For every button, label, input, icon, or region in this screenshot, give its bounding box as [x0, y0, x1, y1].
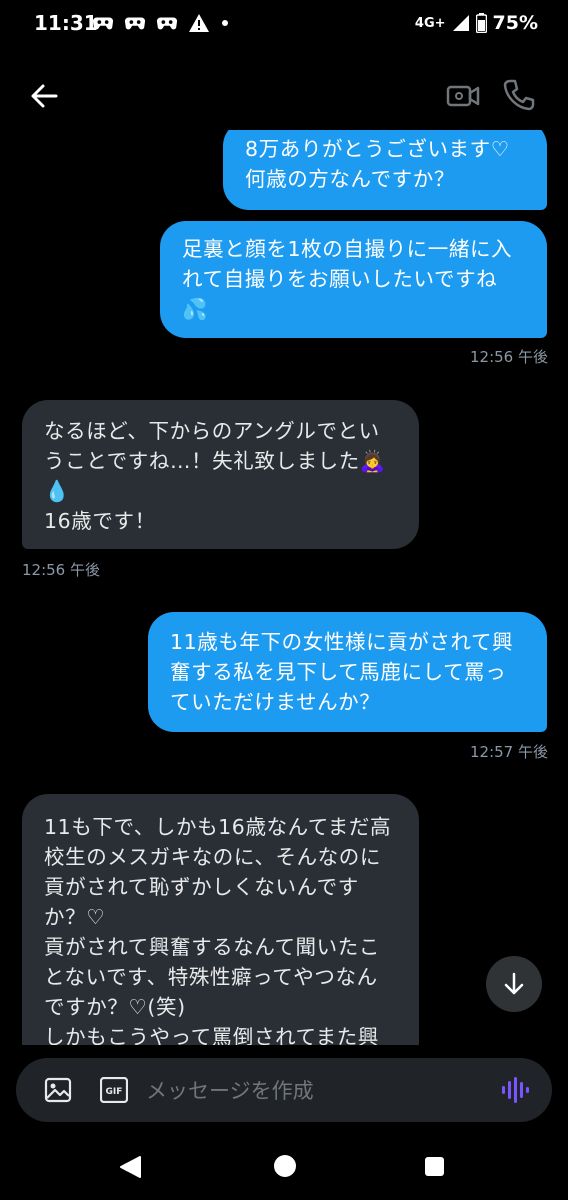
voice-message-icon[interactable] [500, 1074, 530, 1106]
scroll-to-bottom-button[interactable] [486, 956, 542, 1012]
sent-message-bubble[interactable]: 8万ありがとうございます♡ 何歳の方なんですか？ [223, 130, 547, 210]
dm-screen: 11:31 4G+ 75% 8万ありがとうございます♡ 何歳の方なんですか？ 足… [0, 0, 568, 1200]
image-icon[interactable] [44, 1077, 72, 1103]
gif-icon[interactable]: GIF [100, 1077, 128, 1103]
received-message-bubble[interactable]: 11も下で、しかも16歳なんてまだ高 校生のメスガキなのに、そんなのに 貢がされ… [22, 794, 419, 1045]
system-navigation-bar [0, 1130, 568, 1200]
warning-icon [189, 14, 209, 32]
message-composer: GIF [16, 1058, 552, 1122]
nav-back-icon[interactable] [118, 1155, 142, 1179]
status-time: 11:31 [34, 11, 98, 35]
received-message-bubble[interactable]: なるほど、下からのアングルでとい うことですね…！失礼致しました🙇‍♀️ 💧 1… [22, 400, 419, 549]
battery-percent: 75% [492, 12, 538, 34]
message-input[interactable] [144, 1070, 488, 1112]
message-timestamp: 12:56 午後 [470, 348, 548, 366]
signal-icon [452, 15, 469, 31]
message-timestamp: 12:57 午後 [470, 743, 548, 761]
more-notifications-dot [222, 20, 228, 26]
conversation-header [0, 60, 568, 130]
sent-message-bubble[interactable]: 11歳も年下の女性様に貢がされて興 奮する私を見下して馬鹿にして罵っ ていただけ… [148, 612, 547, 732]
network-type: 4G+ [414, 15, 446, 31]
nav-home-icon[interactable] [274, 1155, 296, 1177]
status-bar: 11:31 4G+ 75% [0, 0, 568, 48]
gif-label: GIF [106, 1087, 123, 1097]
nav-recents-icon[interactable] [425, 1157, 444, 1176]
message-list[interactable]: 8万ありがとうございます♡ 何歳の方なんですか？ 足裏と顔を1枚の自撮りに一緒に… [0, 130, 568, 1045]
arrow-down-icon [504, 972, 524, 995]
phone-call-icon[interactable] [502, 78, 536, 112]
notification-icons [92, 13, 228, 33]
message-timestamp: 12:56 午後 [22, 561, 100, 579]
status-right: 4G+ 75% [415, 12, 538, 34]
battery-icon [475, 13, 487, 33]
sent-message-bubble[interactable]: 足裏と顔を1枚の自撮りに一緒に入 れて自撮りをお願いしたいですね 💦 [160, 221, 547, 338]
game-controller-icon [92, 17, 114, 30]
back-arrow-icon[interactable] [26, 80, 66, 112]
game-controller-icon [124, 17, 146, 30]
video-call-icon[interactable] [446, 80, 480, 112]
game-controller-icon [156, 17, 178, 30]
